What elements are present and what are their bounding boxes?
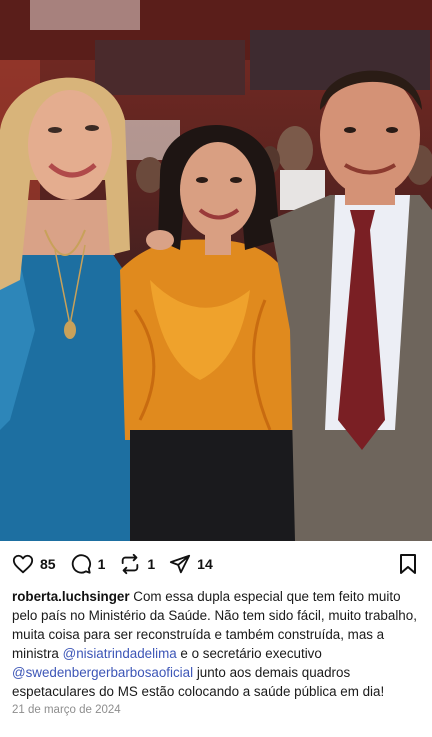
mention-link[interactable]: @nisiatrindadelima (63, 646, 177, 661)
repost-icon (122, 553, 139, 575)
like-button[interactable]: 85 (12, 553, 56, 575)
photo-illustration (0, 0, 432, 541)
post-photo[interactable] (0, 0, 432, 541)
share-count: 14 (197, 556, 213, 572)
bookmark-icon (400, 554, 416, 574)
caption-username[interactable]: roberta.luchsinger (12, 589, 130, 604)
post-caption: roberta.luchsinger Com essa dupla especi… (0, 587, 432, 701)
repost-count: 1 (147, 556, 156, 572)
caption-text: e o secretário executivo (176, 646, 322, 661)
save-button[interactable] (398, 553, 418, 580)
mention-link[interactable]: @swedenbergerbarbosaoficial (12, 665, 193, 680)
post-actions-bar: 85 1 1 14 (0, 541, 432, 587)
share-button[interactable]: 14 (169, 553, 213, 575)
heart-icon (12, 554, 34, 574)
comment-button[interactable]: 1 (70, 553, 106, 575)
send-icon (170, 554, 191, 574)
like-count: 85 (40, 556, 56, 572)
repost-button[interactable]: 1 (119, 553, 155, 575)
comment-icon (71, 554, 91, 574)
comment-count: 1 (97, 556, 106, 572)
post-date: 21 de março de 2024 (12, 704, 121, 716)
